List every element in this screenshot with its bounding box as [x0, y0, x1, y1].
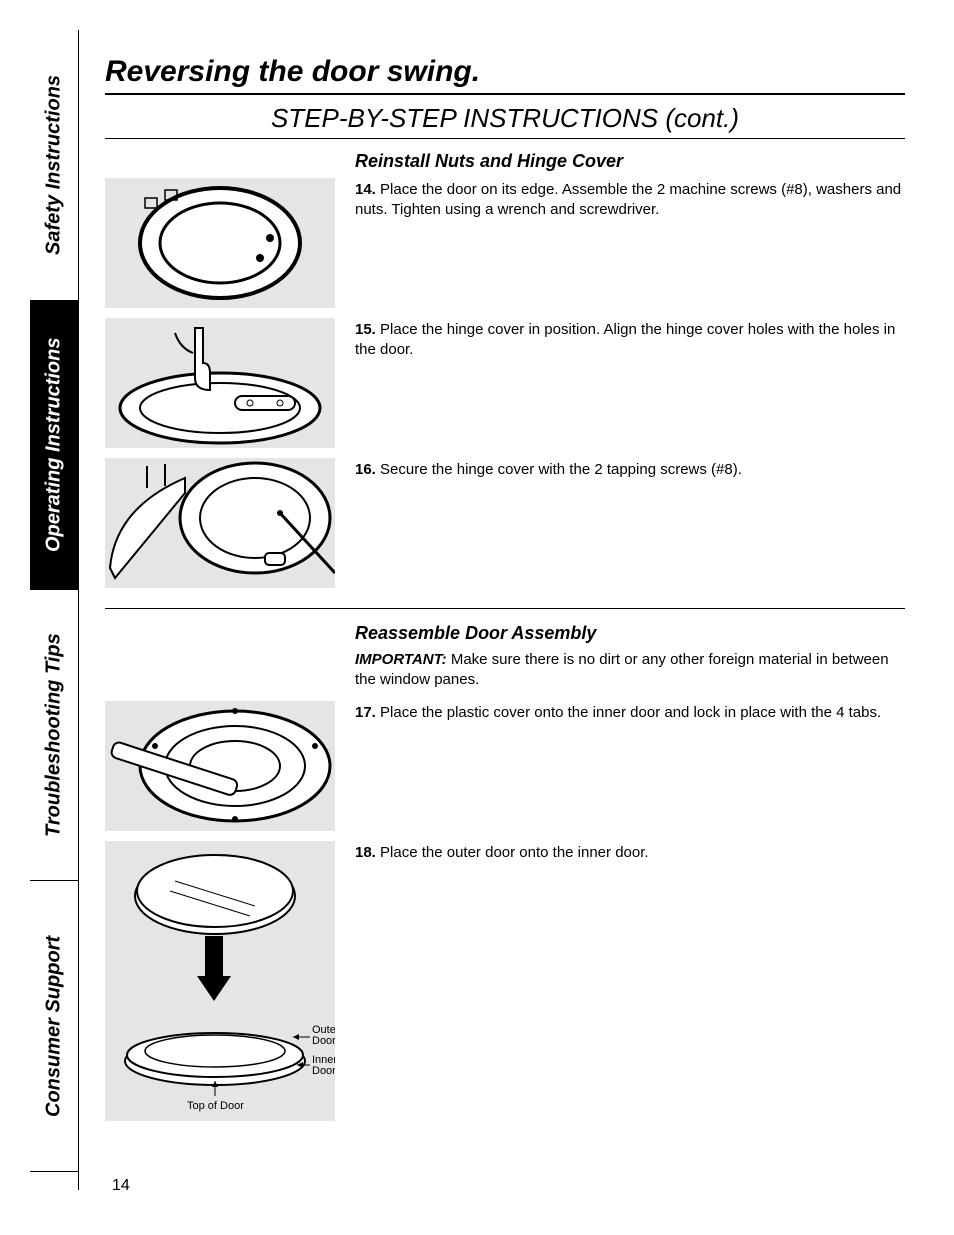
tab-troubleshooting: Troubleshooting Tips	[30, 590, 78, 881]
step-text: 18. Place the outer door onto the inner …	[355, 841, 905, 863]
sidebar-tabs: Safety Instructions Operating Instructio…	[30, 30, 79, 1190]
tab-consumer-support: Consumer Support	[30, 881, 78, 1172]
tab-operating: Operating Instructions	[30, 300, 78, 590]
svg-text:Door: Door	[312, 1035, 335, 1047]
section-reinstall: Reinstall Nuts and Hinge Cover 14. Place…	[105, 151, 905, 598]
step-text: 15. Place the hinge cover in position. A…	[355, 318, 905, 361]
step-text: 17. Place the plastic cover onto the inn…	[355, 701, 905, 723]
page-number: 14	[112, 1177, 130, 1195]
important-label: IMPORTANT:	[355, 651, 447, 668]
step-text: 14. Place the door on its edge. Assemble…	[355, 178, 905, 221]
page-content: Reversing the door swing. STEP-BY-STEP I…	[105, 55, 905, 1131]
step-row: Outer Door Inner Door Top of Door 18. Pl…	[105, 841, 905, 1121]
step-body: Place the hinge cover in position. Align…	[355, 321, 895, 358]
illustration-step18: Outer Door Inner Door Top of Door	[105, 841, 335, 1121]
illustration-step17	[105, 701, 335, 831]
step-row: 16. Secure the hinge cover with the 2 ta…	[105, 458, 905, 588]
tab-safety: Safety Instructions	[30, 30, 78, 300]
step-row: 14. Place the door on its edge. Assemble…	[105, 178, 905, 308]
page-subtitle: STEP-BY-STEP INSTRUCTIONS (cont.)	[105, 103, 905, 139]
section-header: Reassemble Door Assembly	[355, 623, 905, 644]
step-body: Place the plastic cover onto the inner d…	[380, 704, 881, 721]
illustration-step14	[105, 178, 335, 308]
step-number: 16.	[355, 461, 376, 478]
section-divider	[105, 608, 905, 609]
label-top-of-door: Top of Door	[187, 1100, 244, 1112]
step-number: 15.	[355, 321, 376, 338]
section-header: Reinstall Nuts and Hinge Cover	[355, 151, 905, 172]
step-body: Place the door on its edge. Assemble the…	[355, 181, 901, 218]
illustration-step16	[105, 458, 335, 588]
step-number: 17.	[355, 704, 376, 721]
illustration-step15	[105, 318, 335, 448]
step-number: 14.	[355, 181, 376, 198]
step-text: 16. Secure the hinge cover with the 2 ta…	[355, 458, 905, 480]
step-number: 18.	[355, 844, 376, 861]
step-row: 15. Place the hinge cover in position. A…	[105, 318, 905, 448]
section-reassemble: Reassemble Door Assembly IMPORTANT: Make…	[105, 623, 905, 1131]
step-body: Place the outer door onto the inner door…	[380, 844, 649, 861]
step-row: 17. Place the plastic cover onto the inn…	[105, 701, 905, 831]
svg-text:Door: Door	[312, 1065, 335, 1077]
step-body: Secure the hinge cover with the 2 tappin…	[380, 461, 742, 478]
important-note: IMPORTANT: Make sure there is no dirt or…	[355, 650, 905, 691]
page-title: Reversing the door swing.	[105, 55, 905, 95]
